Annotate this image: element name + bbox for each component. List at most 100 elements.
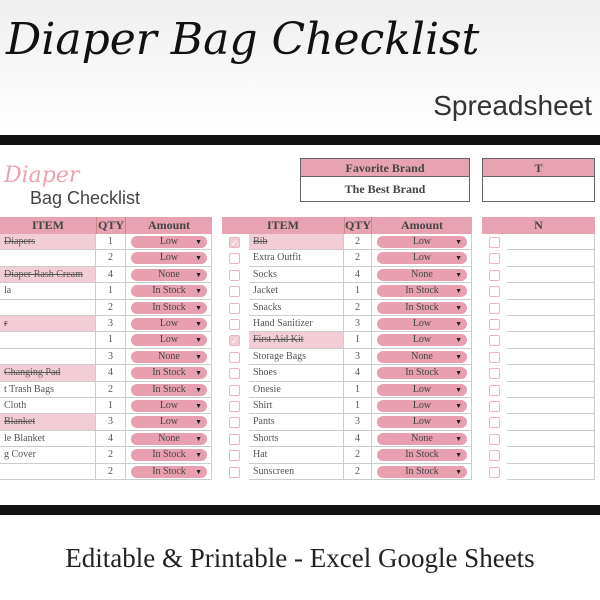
item-cell[interactable] — [507, 316, 595, 333]
item-cell[interactable]: Socks — [249, 266, 344, 284]
checkbox[interactable] — [489, 401, 500, 412]
qty-cell[interactable]: 2 — [344, 463, 372, 480]
item-cell[interactable] — [0, 463, 96, 480]
item-cell[interactable]: Jacket — [249, 283, 344, 300]
item-cell[interactable] — [507, 463, 595, 480]
checkbox[interactable] — [229, 302, 240, 314]
qty-cell[interactable]: 2 — [344, 447, 372, 464]
qty-cell[interactable]: 1 — [96, 332, 126, 349]
checkbox[interactable] — [229, 286, 240, 298]
checkbox[interactable] — [489, 302, 500, 314]
item-cell[interactable]: Shorts — [249, 430, 344, 448]
checkbox[interactable]: ✓ — [229, 237, 240, 248]
amount-dropdown[interactable]: Low ▼ — [131, 318, 207, 330]
qty-cell[interactable]: 4 — [344, 430, 372, 448]
qty-cell[interactable]: 2 — [344, 299, 372, 316]
amount-dropdown[interactable]: None ▼ — [377, 432, 467, 445]
amount-dropdown[interactable]: In Stock ▼ — [377, 367, 467, 380]
checkbox[interactable] — [229, 433, 240, 445]
item-cell[interactable]: First Aid Kit — [249, 332, 344, 349]
checkbox[interactable] — [489, 335, 500, 347]
checkbox[interactable] — [229, 269, 240, 281]
amount-dropdown[interactable]: Low ▼ — [377, 236, 467, 248]
item-cell[interactable] — [507, 234, 595, 251]
item-cell[interactable]: t Trash Bags — [0, 381, 96, 398]
item-cell[interactable] — [507, 381, 595, 398]
second-info-value[interactable] — [483, 177, 594, 201]
item-cell[interactable]: Sunscreen — [249, 463, 344, 480]
checkbox[interactable] — [229, 450, 240, 462]
item-cell[interactable]: Hat — [249, 447, 344, 464]
amount-dropdown[interactable]: Low ▼ — [377, 252, 467, 265]
qty-cell[interactable]: 1 — [96, 398, 126, 415]
amount-dropdown[interactable]: In Stock ▼ — [377, 465, 467, 478]
qty-cell[interactable]: 2 — [96, 250, 126, 267]
item-cell[interactable]: Extra Outfit — [249, 250, 344, 267]
qty-cell[interactable]: 1 — [96, 234, 126, 251]
item-cell[interactable]: la — [0, 283, 96, 300]
qty-cell[interactable]: 4 — [96, 430, 126, 448]
qty-cell[interactable]: 4 — [344, 266, 372, 284]
checkbox[interactable] — [229, 351, 240, 363]
qty-cell[interactable]: 3 — [344, 348, 372, 366]
qty-cell[interactable]: 2 — [96, 381, 126, 398]
checkbox[interactable] — [489, 319, 500, 330]
checkbox[interactable] — [229, 417, 240, 429]
amount-dropdown[interactable]: Low ▼ — [377, 416, 467, 429]
item-cell[interactable]: Diapers — [0, 234, 96, 251]
checkbox[interactable] — [229, 319, 240, 330]
item-cell[interactable] — [0, 348, 96, 366]
amount-dropdown[interactable]: None ▼ — [377, 350, 467, 363]
checkbox[interactable] — [229, 466, 240, 478]
checkbox[interactable] — [229, 253, 240, 265]
checkbox[interactable] — [489, 450, 500, 462]
amount-dropdown[interactable]: In Stock ▼ — [377, 301, 467, 314]
qty-cell[interactable]: 3 — [96, 348, 126, 366]
checkbox[interactable] — [489, 417, 500, 429]
checkbox[interactable]: ✓ — [229, 335, 240, 347]
qty-cell[interactable]: 1 — [344, 332, 372, 349]
qty-cell[interactable]: 3 — [96, 414, 126, 431]
qty-cell[interactable]: 2 — [96, 447, 126, 464]
amount-dropdown[interactable]: None ▼ — [377, 268, 467, 281]
amount-dropdown[interactable]: In Stock ▼ — [377, 449, 467, 462]
item-cell[interactable]: Onesie — [249, 381, 344, 398]
item-cell[interactable]: g Cover — [0, 447, 96, 464]
amount-dropdown[interactable]: In Stock ▼ — [131, 301, 207, 314]
qty-cell[interactable]: 2 — [96, 299, 126, 316]
item-cell[interactable]: Changing Pad — [0, 365, 96, 382]
item-cell[interactable]: le Blanket — [0, 430, 96, 448]
checkbox[interactable] — [489, 433, 500, 445]
item-cell[interactable]: r — [0, 316, 96, 333]
checkbox[interactable] — [489, 368, 500, 380]
amount-dropdown[interactable]: In Stock ▼ — [131, 449, 207, 462]
item-cell[interactable] — [507, 398, 595, 415]
checkbox[interactable] — [489, 466, 500, 478]
qty-cell[interactable]: 2 — [344, 250, 372, 267]
item-cell[interactable] — [507, 266, 595, 284]
checkbox[interactable] — [489, 351, 500, 363]
amount-dropdown[interactable]: In Stock ▼ — [131, 367, 207, 380]
checkbox[interactable] — [489, 286, 500, 298]
item-cell[interactable] — [0, 299, 96, 316]
checkbox[interactable] — [489, 269, 500, 281]
amount-dropdown[interactable]: Low ▼ — [377, 334, 467, 347]
amount-dropdown[interactable]: Low ▼ — [377, 400, 467, 412]
qty-cell[interactable]: 4 — [96, 266, 126, 284]
amount-dropdown[interactable]: Low ▼ — [131, 252, 207, 265]
amount-dropdown[interactable]: In Stock ▼ — [131, 383, 207, 396]
item-cell[interactable] — [507, 414, 595, 431]
item-cell[interactable]: Shirt — [249, 398, 344, 415]
item-cell[interactable] — [0, 332, 96, 349]
item-cell[interactable] — [507, 332, 595, 349]
item-cell[interactable] — [507, 283, 595, 300]
amount-dropdown[interactable]: None ▼ — [131, 268, 207, 281]
item-cell[interactable] — [507, 365, 595, 382]
item-cell[interactable]: Snacks — [249, 299, 344, 316]
item-cell[interactable] — [507, 348, 595, 366]
amount-dropdown[interactable]: None ▼ — [131, 350, 207, 363]
amount-dropdown[interactable]: None ▼ — [131, 432, 207, 445]
checkbox[interactable] — [489, 253, 500, 265]
checkbox[interactable] — [489, 237, 500, 248]
qty-cell[interactable]: 2 — [344, 234, 372, 251]
